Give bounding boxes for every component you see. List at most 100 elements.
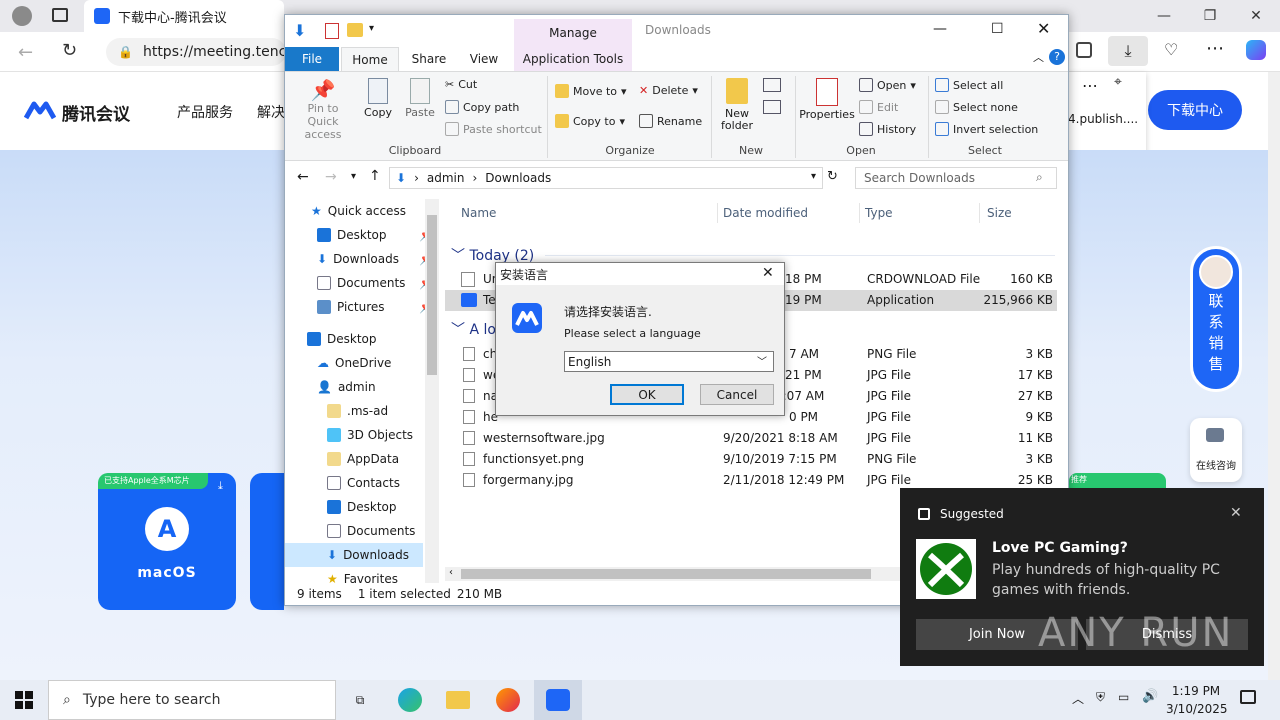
copy-button[interactable]: Copy <box>361 78 395 119</box>
nav-desktop-root[interactable]: Desktop <box>285 327 440 351</box>
copy-to-button[interactable]: Copy to ▾ <box>555 114 625 128</box>
explorer-close-icon[interactable]: ✕ <box>1037 19 1050 38</box>
search-downloads-field[interactable]: Search Downloads ⌕ <box>855 167 1057 189</box>
path-dropdown-icon[interactable]: ▾ <box>811 171 816 182</box>
nav-scrollbar[interactable] <box>425 199 439 583</box>
pin-icon[interactable]: ⌖ <box>1114 74 1122 90</box>
tab-file[interactable]: File <box>285 47 339 71</box>
toast-close-icon[interactable]: ✕ <box>1230 505 1242 521</box>
tab-home[interactable]: Home <box>341 47 399 71</box>
move-to-button[interactable]: Move to ▾ <box>555 84 627 98</box>
col-size[interactable]: Size <box>987 199 1012 227</box>
new-folder-button[interactable]: New folder <box>717 78 757 132</box>
file-row[interactable]: functionsyet.png 9/10/2019 7:15 PM PNG F… <box>445 449 1057 470</box>
open-button[interactable]: Open ▾ <box>859 78 916 92</box>
dialog-close-icon[interactable]: ✕ <box>762 265 774 281</box>
nav-admin[interactable]: 👤 admin <box>285 375 440 399</box>
nav-documents-user[interactable]: Documents <box>285 519 440 543</box>
online-consult-button[interactable]: 在线咨询 <box>1190 418 1242 482</box>
properties-button[interactable]: Properties <box>799 78 855 121</box>
col-type[interactable]: Type <box>865 199 893 227</box>
col-date[interactable]: Date modified <box>723 199 808 227</box>
file-explorer-icon[interactable] <box>434 680 482 720</box>
page-scrollbar[interactable] <box>1268 72 1280 680</box>
cancel-button[interactable]: Cancel <box>700 384 774 405</box>
nav-onedrive[interactable]: ☁ OneDrive <box>285 351 440 375</box>
nav-favorites[interactable]: ★ Favorites <box>285 567 440 583</box>
explorer-minimize-icon[interactable]: — <box>933 21 947 37</box>
nav-ms-ad[interactable]: .ms-ad <box>285 399 440 423</box>
paste-shortcut-button[interactable]: Paste shortcut <box>445 122 542 136</box>
paste-button[interactable]: Paste <box>403 78 437 119</box>
tab-application-tools[interactable]: Application Tools <box>514 47 632 71</box>
downloads-icon[interactable]: ⤓ <box>1108 36 1148 66</box>
volume-icon[interactable]: 🔊 <box>1142 689 1158 704</box>
properties-qa-icon[interactable] <box>325 23 339 39</box>
edge-icon[interactable] <box>386 680 434 720</box>
nav-desktop[interactable]: Desktop📌 <box>285 223 440 247</box>
security-icon[interactable]: ⛨ <box>1096 690 1105 705</box>
notification-center-icon[interactable] <box>1240 690 1256 704</box>
browser-essentials-icon[interactable]: ♡ <box>1164 40 1178 59</box>
select-all-button[interactable]: Select all <box>935 78 1003 92</box>
windows-download-card[interactable] <box>250 473 284 610</box>
restore-icon[interactable]: ❐ <box>1190 4 1230 28</box>
nav-scroll-thumb[interactable] <box>427 215 437 375</box>
network-icon[interactable]: ▭ <box>1118 690 1129 704</box>
qa-dropdown-icon[interactable]: ▾ <box>369 23 374 34</box>
nav-pictures[interactable]: Pictures📌 <box>285 295 440 319</box>
edit-button[interactable]: Edit <box>859 100 898 114</box>
invert-selection-button[interactable]: Invert selection <box>935 122 1038 136</box>
explorer-maximize-icon[interactable]: ☐ <box>991 21 1004 37</box>
col-name[interactable]: Name <box>461 199 496 227</box>
nav-downloads[interactable]: ⬇Downloads📌 <box>285 247 440 271</box>
profile-avatar[interactable] <box>12 6 32 26</box>
select-none-button[interactable]: Select none <box>935 100 1018 114</box>
nav-appdata[interactable]: AppData <box>285 447 440 471</box>
path-downloads[interactable]: Downloads <box>485 171 551 185</box>
clock-date[interactable]: 3/10/2025 <box>1166 702 1228 716</box>
scroll-left-icon[interactable]: ‹ <box>449 567 453 578</box>
nav-downloads-user[interactable]: ⬇ Downloads <box>285 543 423 567</box>
copy-path-button[interactable]: Copy path <box>445 100 519 114</box>
nav-contacts[interactable]: Contacts <box>285 471 440 495</box>
help-icon[interactable]: ? <box>1049 49 1065 65</box>
back-icon[interactable]: ← <box>18 42 33 63</box>
minimize-icon[interactable]: — <box>1144 4 1184 28</box>
nav-quick-access[interactable]: ★ Quick access <box>285 199 440 223</box>
ribbon-collapse-icon[interactable]: ︿ <box>1033 49 1044 65</box>
close-icon[interactable]: ✕ <box>1236 4 1276 28</box>
tray-chevron-icon[interactable]: ︿ <box>1072 690 1084 707</box>
tab-view[interactable]: View <box>461 47 507 71</box>
more-menu-icon[interactable]: ⋯ <box>1206 38 1224 59</box>
clock-time[interactable]: 1:19 PM <box>1166 684 1226 698</box>
back-icon[interactable]: ← <box>297 169 309 185</box>
rename-button[interactable]: Rename <box>639 114 702 128</box>
refresh-icon[interactable]: ↻ <box>827 169 838 184</box>
language-select[interactable]: English ﹀ <box>564 351 774 372</box>
download-center-button[interactable]: 下载中心 <box>1148 90 1242 130</box>
new-folder-qa-icon[interactable] <box>347 23 363 37</box>
nav-desktop-user[interactable]: Desktop <box>285 495 440 519</box>
new-item-icon[interactable] <box>763 78 781 92</box>
start-button[interactable] <box>0 680 48 720</box>
recent-dropdown-icon[interactable]: ▾ <box>351 171 356 182</box>
more-icon[interactable]: ⋯ <box>1082 76 1098 95</box>
macos-download-card[interactable]: 已支持Apple全系M芯片 ⤓ A macOS <box>98 473 236 610</box>
pin-to-quick-access-button[interactable]: 📌 Pin to Quick access <box>291 78 355 141</box>
nav-3d-objects[interactable]: 3D Objects <box>285 423 440 447</box>
easy-access-icon[interactable] <box>763 100 781 114</box>
taskbar-search[interactable]: ⌕ Type here to search <box>48 680 336 720</box>
nav-products[interactable]: 产品服务 <box>177 102 233 122</box>
tab-share[interactable]: Share <box>405 47 453 71</box>
task-view-icon[interactable]: ⧉ <box>336 680 384 720</box>
tencent-meeting-taskbar-icon[interactable] <box>534 680 582 720</box>
forward-icon[interactable]: → <box>325 169 337 185</box>
file-row[interactable]: westernsoftware.jpg 9/20/2021 8:18 AM JP… <box>445 428 1057 449</box>
nav-documents[interactable]: Documents📌 <box>285 271 440 295</box>
history-button[interactable]: History <box>859 122 916 136</box>
refresh-icon[interactable]: ↻ <box>62 40 77 61</box>
ok-button[interactable]: OK <box>610 384 684 405</box>
h-scroll-thumb[interactable] <box>461 569 871 579</box>
tab-actions-icon[interactable] <box>52 8 68 22</box>
